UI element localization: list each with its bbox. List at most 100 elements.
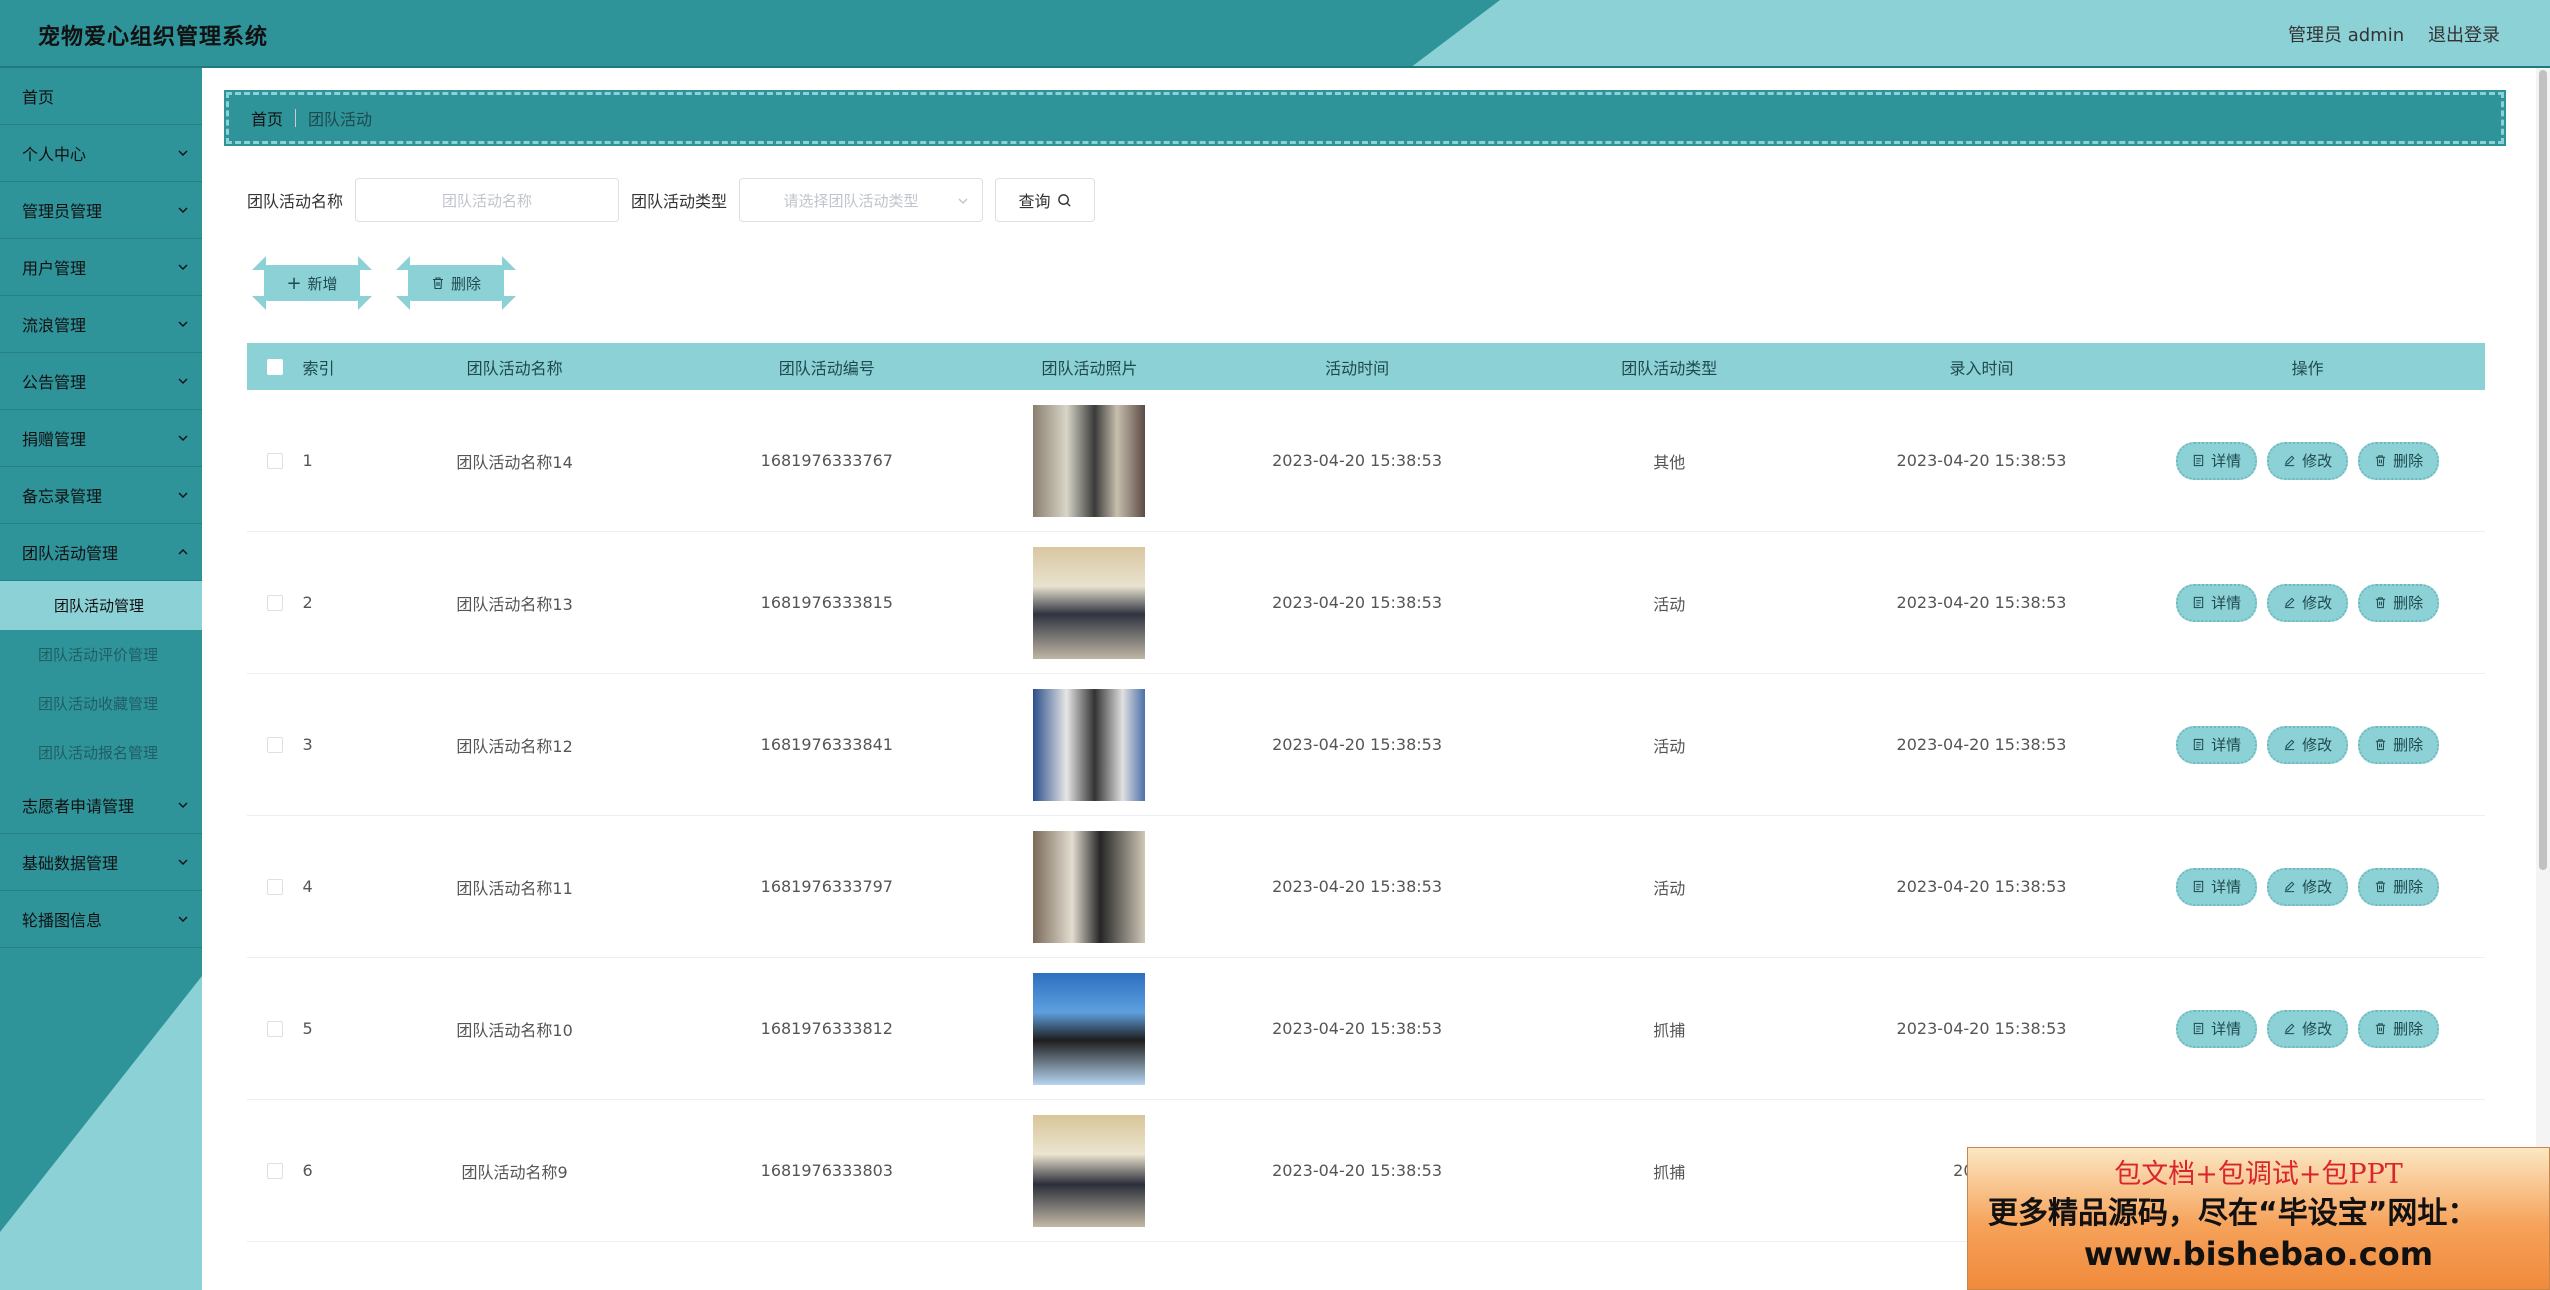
sidebar-item-memo[interactable]: 备忘录管理	[0, 467, 202, 524]
sidebar-item-label: 管理员管理	[22, 202, 103, 221]
search-bar: 团队活动名称 团队活动名称 团队活动类型 请选择团队活动类型 查询	[247, 178, 1096, 222]
delete-button[interactable]: 删除	[2358, 441, 2440, 480]
sidebar-item-label: 团队活动管理	[22, 544, 119, 563]
sidebar-item-notice[interactable]: 公告管理	[0, 353, 202, 410]
chevron-up-icon	[178, 549, 188, 555]
sidebar-item-users[interactable]: 用户管理	[0, 239, 202, 296]
logout-link[interactable]: 退出登录	[2428, 21, 2500, 47]
delete-button[interactable]: 删除	[2358, 583, 2440, 622]
query-button[interactable]: 查询	[995, 178, 1096, 222]
detail-button[interactable]: 详情	[2176, 441, 2258, 480]
name-filter-input[interactable]: 团队活动名称	[355, 178, 620, 222]
row-checkbox[interactable]	[266, 452, 283, 469]
row-record-time: 2023-04-20 15:38:53	[1896, 877, 2067, 896]
chevron-down-icon	[178, 378, 188, 384]
row-ops: 详情 修改 删除	[2130, 583, 2485, 622]
activity-table: 索引 团队活动名称 团队活动编号 团队活动照片 活动时间 团队活动类型 录入时间…	[247, 343, 2485, 1242]
detail-button[interactable]: 详情	[2176, 867, 2258, 906]
sidebar-item-volunteer[interactable]: 志愿者申请管理	[0, 777, 202, 834]
chevron-down-icon	[178, 264, 188, 270]
sidebar-item-stray[interactable]: 流浪管理	[0, 296, 202, 353]
row-code: 1681976333815	[760, 593, 893, 612]
document-icon	[2193, 1022, 2204, 1035]
sidebar-subitem-label: 团队活动管理	[54, 597, 145, 615]
edit-label: 修改	[2302, 878, 2333, 896]
row-checkbox[interactable]	[266, 1020, 283, 1037]
plus-icon: +	[286, 272, 302, 294]
row-record-time: 2023-04-20 15:38:53	[1896, 1019, 2067, 1038]
add-button[interactable]: + 新增	[252, 256, 372, 310]
row-name: 团队活动名称14	[456, 452, 573, 472]
row-photo[interactable]	[1033, 1114, 1146, 1227]
table-header: 索引 团队活动名称 团队活动编号 团队活动照片 活动时间 团队活动类型 录入时间…	[247, 343, 2485, 390]
select-all-checkbox[interactable]	[266, 358, 283, 375]
sidebar-subitem-activity[interactable]: 团队活动管理	[0, 581, 202, 630]
row-index: 1	[302, 451, 313, 470]
edit-label: 修改	[2302, 452, 2333, 470]
sidebar-item-label: 基础数据管理	[22, 854, 119, 873]
row-photo[interactable]	[1033, 830, 1146, 943]
edit-icon	[2284, 455, 2295, 467]
edit-button[interactable]: 修改	[2267, 1009, 2349, 1048]
sidebar-subitem-signup[interactable]: 团队活动报名管理	[0, 728, 202, 777]
edit-button[interactable]: 修改	[2267, 441, 2349, 480]
query-button-label: 查询	[1018, 192, 1051, 211]
row-index: 6	[302, 1161, 313, 1180]
col-record-time: 录入时间	[1949, 358, 2014, 378]
edit-icon	[2284, 739, 2295, 751]
sidebar-item-label: 备忘录管理	[22, 487, 103, 506]
breadcrumb-home[interactable]: 首页	[251, 106, 283, 130]
type-filter-placeholder: 请选择团队活动类型	[783, 191, 919, 210]
ad-banner[interactable]: 包文档+包调试+包PPT 更多精品源码，尽在“毕设宝”网址： www.bishe…	[1967, 1147, 2550, 1290]
row-checkbox[interactable]	[266, 594, 283, 611]
sidebar-item-team-activity[interactable]: 团队活动管理	[0, 524, 202, 581]
scrollbar-thumb[interactable]	[2539, 70, 2547, 870]
add-button-label: 新增	[307, 274, 338, 293]
sidebar-item-home[interactable]: 首页	[0, 68, 202, 125]
ad-line-1: 包文档+包调试+包PPT	[2114, 1159, 2403, 1190]
sidebar-item-carousel[interactable]: 轮播图信息	[0, 891, 202, 948]
row-name: 团队活动名称11	[456, 878, 573, 898]
sidebar-item-base-data[interactable]: 基础数据管理	[0, 834, 202, 891]
row-checkbox[interactable]	[266, 878, 283, 895]
row-photo[interactable]	[1033, 404, 1146, 517]
breadcrumb: 首页 团队活动	[224, 90, 2506, 146]
detail-button[interactable]: 详情	[2176, 725, 2258, 764]
type-filter-select[interactable]: 请选择团队活动类型	[739, 178, 984, 222]
row-index: 2	[302, 593, 313, 612]
row-photo[interactable]	[1033, 972, 1146, 1085]
delete-button[interactable]: 删除	[2358, 1009, 2440, 1048]
sidebar-subitem-review[interactable]: 团队活动评价管理	[0, 630, 202, 679]
row-photo[interactable]	[1033, 546, 1146, 659]
detail-button[interactable]: 详情	[2176, 1009, 2258, 1048]
sidebar-subitem-favorite[interactable]: 团队活动收藏管理	[0, 679, 202, 728]
delete-button[interactable]: 删除	[2358, 867, 2440, 906]
edit-button[interactable]: 修改	[2267, 583, 2349, 622]
sidebar-subitem-label: 团队活动报名管理	[38, 744, 159, 762]
row-checkbox[interactable]	[266, 1162, 283, 1179]
row-photo[interactable]	[1033, 688, 1146, 801]
sidebar-item-label: 捐赠管理	[22, 430, 87, 449]
row-record-time: 2023-04-20 15:38:53	[1896, 593, 2067, 612]
detail-label: 详情	[2211, 878, 2242, 896]
sidebar-item-label: 个人中心	[22, 145, 87, 164]
row-checkbox[interactable]	[266, 736, 283, 753]
chevron-down-icon	[178, 859, 188, 865]
sidebar-item-admin[interactable]: 管理员管理	[0, 182, 202, 239]
batch-delete-button[interactable]: 删除	[396, 256, 516, 310]
table-row: 5 团队活动名称10 1681976333812 2023-04-20 15:3…	[247, 958, 2485, 1100]
sidebar-item-donation[interactable]: 捐赠管理	[0, 410, 202, 467]
edit-button[interactable]: 修改	[2267, 867, 2349, 906]
sidebar-item-profile[interactable]: 个人中心	[0, 125, 202, 182]
detail-button[interactable]: 详情	[2176, 583, 2258, 622]
sidebar-item-label: 志愿者申请管理	[22, 797, 135, 816]
edit-button[interactable]: 修改	[2267, 725, 2349, 764]
ad-line-3: www.bishebao.com	[2083, 1235, 2434, 1273]
delete-label: 删除	[2393, 452, 2424, 470]
row-time: 2023-04-20 15:38:53	[1272, 593, 1443, 612]
name-filter-placeholder: 团队活动名称	[442, 191, 533, 210]
chevron-down-icon	[178, 207, 188, 213]
table-row: 1 团队活动名称14 1681976333767 2023-04-20 15:3…	[247, 390, 2485, 532]
chevron-down-icon	[178, 321, 188, 327]
delete-button[interactable]: 删除	[2358, 725, 2440, 764]
